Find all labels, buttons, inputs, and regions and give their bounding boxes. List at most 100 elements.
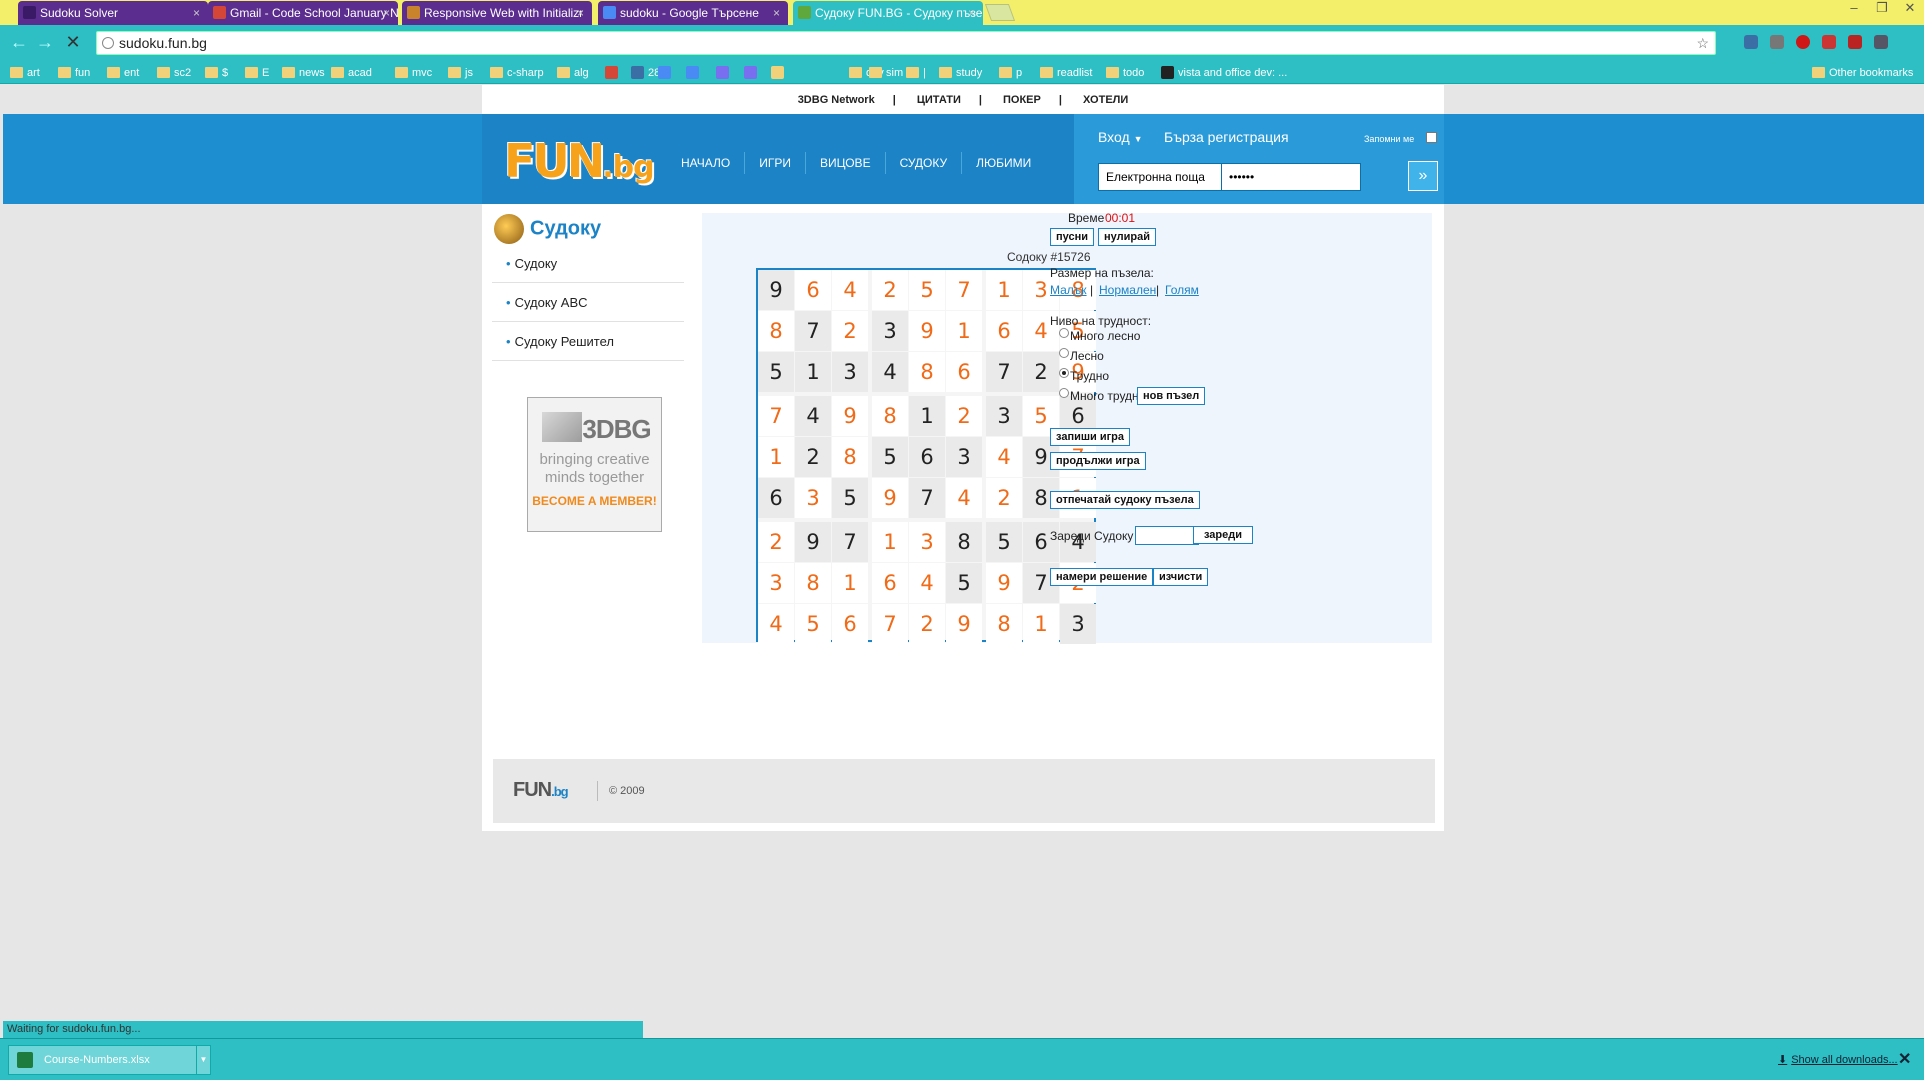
minimize-icon[interactable]: – [1840,0,1868,18]
solve-button[interactable]: намери решение [1050,568,1154,586]
sudoku-cell-entry[interactable]: 6 [832,604,868,644]
sudoku-cell-entry[interactable]: 8 [872,396,908,436]
forward-icon[interactable]: → [34,31,56,53]
nav-item[interactable]: ЛЮБИМИ [961,152,1045,174]
clear-button[interactable]: изчисти [1153,568,1209,586]
continue-game-button[interactable]: продължи игра [1050,452,1146,470]
browser-tab[interactable]: Sudoku Solver × [18,1,208,25]
load-button[interactable]: зареди [1193,526,1253,544]
sudoku-cell-given[interactable]: 7 [832,522,868,562]
sudoku-cell-entry[interactable]: 9 [909,311,945,351]
bookmark-icon[interactable] [1846,33,1864,51]
bookmark-item[interactable]: todo [1106,65,1144,81]
sudoku-cell-entry[interactable]: 8 [909,352,945,392]
close-downloads-icon[interactable]: ✕ [1898,1049,1911,1069]
bookmark-item[interactable]: art [10,65,40,81]
site-logo[interactable]: FUN.bg [504,134,655,188]
bookmark-item[interactable]: alg [557,65,589,81]
restore-icon[interactable]: ❐ [1868,0,1896,18]
sudoku-cell-entry[interactable]: 8 [986,604,1022,644]
network-link[interactable]: 3DBG Network [798,94,875,106]
bookmark-item[interactable]: fun [58,65,90,81]
sudoku-cell-entry[interactable]: 2 [832,311,868,351]
bookmark-item[interactable]: ent [107,65,139,81]
bookmark-item[interactable]: vista and office dev: ... [1161,65,1287,81]
sudoku-cell-given[interactable]: 7 [909,478,945,518]
sudoku-cell-given[interactable]: 7 [795,311,831,351]
network-link[interactable]: ПОКЕР [1003,94,1041,106]
save-game-button[interactable]: запиши игра [1050,428,1131,446]
sudoku-cell-given[interactable]: 5 [946,563,982,603]
sudoku-cell-entry[interactable]: 6 [872,563,908,603]
footer-logo[interactable]: FUN.bg [513,779,569,802]
close-tab-icon[interactable]: × [773,1,780,25]
bookmark-item[interactable]: mvc [395,65,432,81]
network-link[interactable]: ХОТЕЛИ [1083,94,1128,106]
bookmark-item[interactable] [605,65,622,81]
bookmark-item[interactable]: p [999,65,1022,81]
sudoku-cell-entry[interactable]: 4 [758,604,794,644]
gmail-checker-icon[interactable] [1820,33,1838,51]
bookmark-item[interactable] [716,65,733,81]
extension-icon[interactable] [1742,33,1760,51]
login-dropdown[interactable]: Вход ▼ [1098,129,1142,145]
sudoku-cell-given[interactable]: 3 [832,352,868,392]
chevron-down-icon[interactable]: ▼ [196,1046,210,1074]
sudoku-cell-given[interactable]: 9 [795,522,831,562]
nav-item[interactable]: ИГРИ [744,152,805,174]
sudoku-cell-entry[interactable]: 7 [758,396,794,436]
sudoku-cell-entry[interactable]: 9 [946,604,982,644]
size-normal-link[interactable]: Нормален [1099,283,1156,297]
sudoku-cell-entry[interactable]: 1 [946,311,982,351]
sudoku-cell-entry[interactable]: 6 [986,311,1022,351]
sudoku-cell-given[interactable]: 2 [795,437,831,477]
bookmark-item[interactable] [658,65,675,81]
login-submit-button[interactable]: » [1408,161,1438,191]
sudoku-cell-entry[interactable]: 4 [946,478,982,518]
sudoku-cell-entry[interactable]: 6 [795,270,831,310]
sidebar-item[interactable]: • Судоку [492,244,684,283]
sudoku-cell-given[interactable]: 7 [986,352,1022,392]
sudoku-cell-entry[interactable]: 5 [795,604,831,644]
stop-icon[interactable]: ✕ [62,31,84,53]
sudoku-cell-entry[interactable]: 1 [872,522,908,562]
bookmark-item[interactable]: 28 [631,65,660,81]
bookmark-item[interactable]: sim [869,65,903,81]
sudoku-cell-entry[interactable]: 3 [795,478,831,518]
bookmark-item[interactable]: $ [205,65,228,81]
new-puzzle-button[interactable]: нов пъзел [1137,387,1206,405]
browser-tab[interactable]: Судоку FUN.BG - Судоку пъзе × [793,1,983,25]
sudoku-cell-given[interactable]: 3 [872,311,908,351]
network-link[interactable]: ЦИТАТИ [917,94,961,106]
download-item[interactable]: Course-Numbers.xlsx ▼ [8,1045,211,1075]
size-large-link[interactable]: Голям [1165,283,1199,297]
bookmark-item[interactable]: news [282,65,325,81]
sudoku-cell-given[interactable]: 5 [758,352,794,392]
difficulty-radio-selected[interactable] [1059,368,1069,378]
sudoku-cell-entry[interactable]: 9 [986,563,1022,603]
sudoku-cell-given[interactable]: 8 [946,522,982,562]
sidebar-item[interactable]: • Судоку Решител [492,322,684,361]
register-link[interactable]: Бърза регистрация [1164,129,1289,145]
address-bar[interactable]: sudoku.fun.bg ☆ [96,31,1716,55]
bookmark-item[interactable]: | [906,65,926,81]
sudoku-cell-entry[interactable]: 3 [909,522,945,562]
sudoku-cell-given[interactable]: 3 [946,437,982,477]
sudoku-cell-entry[interactable]: 5 [909,270,945,310]
sidebar-item[interactable]: • Судоку ABC [492,283,684,322]
bookmark-item[interactable]: readlist [1040,65,1092,81]
sudoku-cell-given[interactable]: 5 [872,437,908,477]
star-icon[interactable]: ☆ [1696,32,1709,54]
load-number-input[interactable] [1135,526,1199,545]
sudoku-cell-entry[interactable]: 4 [832,270,868,310]
3dbg-banner[interactable]: 3DBG bringing creative minds together BE… [527,397,662,532]
browser-tab[interactable]: sudoku - Google Търсене × [598,1,788,25]
print-puzzle-button[interactable]: отпечатай судоку пъзела [1050,491,1200,509]
sudoku-cell-given[interactable]: 1 [909,396,945,436]
bookmark-item[interactable]: E [245,65,269,81]
bookmark-item[interactable] [771,65,788,81]
sudoku-cell-entry[interactable]: 4 [986,437,1022,477]
sudoku-cell-entry[interactable]: 2 [946,396,982,436]
bookmark-item[interactable]: sc2 [157,65,191,81]
sudoku-cell-entry[interactable]: 1 [758,437,794,477]
